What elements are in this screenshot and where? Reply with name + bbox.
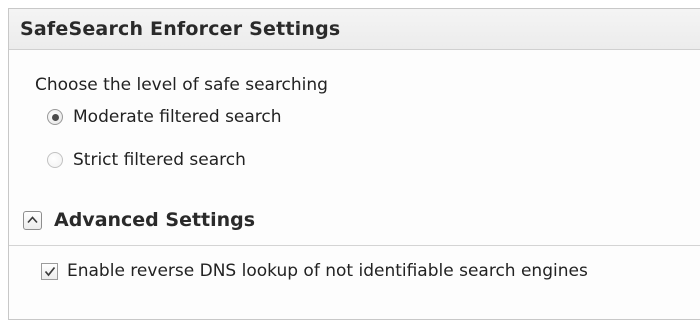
reverse-dns-checkbox[interactable] — [41, 262, 58, 280]
level-prompt: Choose the level of safe searching — [35, 75, 328, 95]
radio-option-strict[interactable]: Strict filtered search — [47, 150, 246, 170]
reverse-dns-option[interactable]: Enable reverse DNS lookup of not identif… — [41, 261, 588, 281]
reverse-dns-label: Enable reverse DNS lookup of not identif… — [67, 261, 588, 281]
radio-option-moderate[interactable]: Moderate filtered search — [47, 107, 282, 127]
panel-header: SafeSearch Enforcer Settings — [9, 9, 700, 50]
radio-label-moderate: Moderate filtered search — [73, 107, 282, 127]
settings-panel: SafeSearch Enforcer Settings Choose the … — [8, 8, 700, 320]
checkmark-icon — [44, 266, 55, 276]
radio-label-strict: Strict filtered search — [73, 150, 246, 170]
section-divider — [9, 245, 700, 246]
radio-selected-dot — [51, 113, 59, 121]
chevron-up-icon — [27, 216, 38, 224]
collapse-button[interactable] — [23, 210, 42, 230]
radio-button-moderate[interactable] — [47, 109, 63, 125]
advanced-settings-header: Advanced Settings — [23, 209, 255, 231]
radio-button-strict[interactable] — [47, 152, 63, 168]
advanced-settings-title: Advanced Settings — [54, 209, 256, 231]
panel-title: SafeSearch Enforcer Settings — [20, 18, 341, 40]
